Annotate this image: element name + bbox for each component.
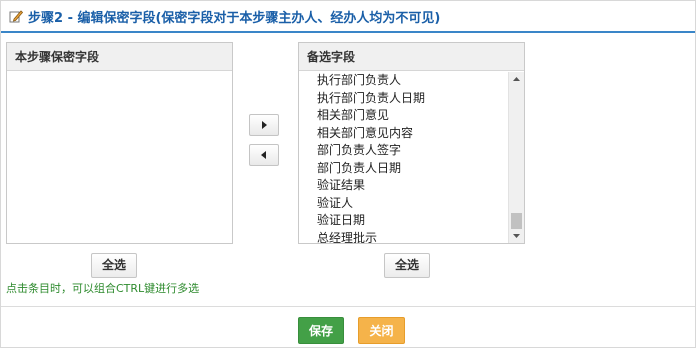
close-button[interactable]: 关闭 xyxy=(358,317,405,344)
available-fields-title: 备选字段 xyxy=(299,43,524,71)
list-item[interactable]: 相关部门意见内容 xyxy=(299,125,508,143)
select-all-selected-button[interactable]: 全选 xyxy=(91,253,137,278)
page-title: 步骤2 - 编辑保密字段(保密字段对于本步骤主办人、经办人均为不可见) xyxy=(28,11,441,26)
triangle-right-icon xyxy=(262,121,267,129)
scroll-up-icon[interactable] xyxy=(509,72,524,86)
selected-fields-list[interactable] xyxy=(7,72,232,243)
scroll-down-icon[interactable] xyxy=(509,229,524,243)
move-left-button[interactable] xyxy=(249,144,279,166)
selected-fields-panel: 本步骤保密字段 xyxy=(6,42,233,244)
save-button[interactable]: 保存 xyxy=(298,317,344,344)
list-item[interactable]: 验证结果 xyxy=(299,177,508,195)
list-item[interactable]: 相关部门意见 xyxy=(299,107,508,125)
triangle-left-icon xyxy=(261,151,266,159)
move-right-button[interactable] xyxy=(249,114,279,136)
dialog-frame: 步骤2 - 编辑保密字段(保密字段对于本步骤主办人、经办人均为不可见) 本步骤保… xyxy=(0,0,696,348)
edit-icon xyxy=(9,10,23,23)
list-scrollbar[interactable] xyxy=(508,72,524,243)
selected-fields-title: 本步骤保密字段 xyxy=(7,43,232,71)
scroll-thumb[interactable] xyxy=(511,213,522,229)
dialog-header: 步骤2 - 编辑保密字段(保密字段对于本步骤主办人、经办人均为不可见) xyxy=(1,1,695,31)
available-fields-list[interactable]: 执行部门负责人 执行部门负责人日期 相关部门意见 相关部门意见内容 部门负责人签… xyxy=(299,72,508,243)
available-fields-panel: 备选字段 执行部门负责人 执行部门负责人日期 相关部门意见 相关部门意见内容 部… xyxy=(298,42,525,244)
list-item[interactable]: 部门负责人日期 xyxy=(299,160,508,178)
list-item[interactable]: 执行部门负责人 xyxy=(299,72,508,90)
list-item[interactable]: 部门负责人签字 xyxy=(299,142,508,160)
list-item[interactable]: 验证日期 xyxy=(299,212,508,230)
list-item[interactable]: 验证人 xyxy=(299,195,508,213)
header-divider xyxy=(1,31,695,33)
footer-divider xyxy=(1,306,695,307)
list-item[interactable]: 执行部门负责人日期 xyxy=(299,90,508,108)
multi-select-hint: 点击条目时，可以组合CTRL键进行多选 xyxy=(6,282,200,295)
list-item[interactable]: 总经理批示 xyxy=(299,230,508,244)
select-all-available-button[interactable]: 全选 xyxy=(384,253,430,278)
